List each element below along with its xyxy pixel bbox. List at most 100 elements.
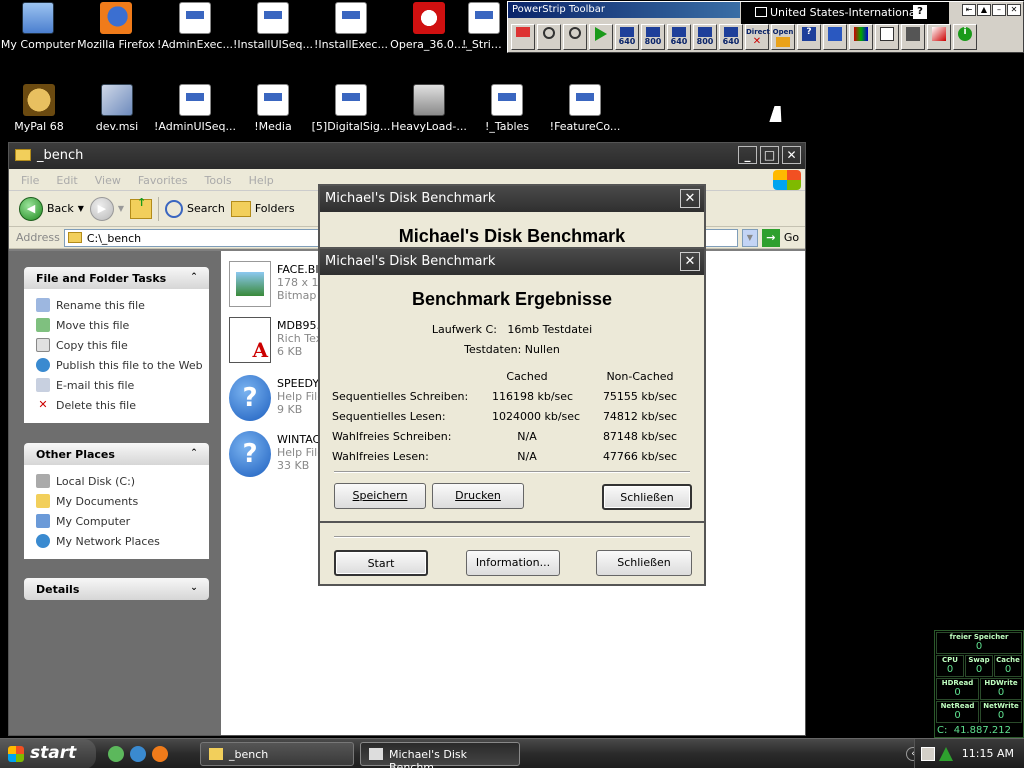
place-my-network[interactable]: My Network Places [36, 531, 209, 551]
ps-opengl-button[interactable]: Open [771, 24, 795, 50]
desktop-icon-adminuiseq[interactable]: !AdminUISeq... [150, 84, 240, 133]
task-move[interactable]: Move this file [36, 315, 209, 335]
maximize-button[interactable]: □ [760, 146, 779, 164]
file-item[interactable]: ? SPEEDY Help File 9 KB [229, 375, 329, 425]
desktop-icon-installuiseq[interactable]: !InstallUISeq... [228, 2, 318, 51]
ps-play-button[interactable] [589, 24, 613, 50]
minimize-button[interactable]: _ [738, 146, 757, 164]
quick-launch-firefox-icon[interactable] [152, 746, 168, 762]
ps-color-button[interactable] [849, 24, 873, 50]
ps-paint-button[interactable] [927, 24, 951, 50]
taskbar: start _bench Michael's Disk Benchm... ‹ … [0, 738, 1024, 768]
desktop-icon-featureco[interactable]: !FeatureCo... [540, 84, 630, 133]
other-places-header[interactable]: Other Places ⌃ [24, 443, 209, 465]
powerstrip-pin-button[interactable]: ⇤ [962, 4, 976, 16]
document-icon [335, 84, 367, 116]
information-button[interactable]: Information... [466, 550, 560, 576]
menu-tools[interactable]: Tools [205, 174, 232, 190]
folders-button[interactable]: Folders [230, 200, 295, 217]
powerstrip-up-button[interactable]: ▲ [977, 4, 991, 16]
powerstrip-minimize-button[interactable]: – [992, 4, 1006, 16]
task-copy[interactable]: Copy this file [36, 335, 209, 355]
ps-directx-button[interactable]: Direct ✕ [745, 24, 770, 50]
up-folder-button[interactable]: ↑ [130, 196, 153, 219]
place-my-documents[interactable]: My Documents [36, 491, 209, 511]
clock[interactable]: 11:15 AM [962, 747, 1014, 760]
monitor-net-write: NetWrite 0 [980, 701, 1022, 723]
desktop-icon-firefox[interactable]: Mozilla Firefox [71, 2, 161, 51]
desktop-icon-media[interactable]: !Media [228, 84, 318, 133]
quick-launch-mypal-icon[interactable] [108, 746, 124, 762]
file-item[interactable]: ? WINTAC Help File 33 KB [229, 431, 329, 481]
close-button[interactable]: ✕ [782, 146, 801, 164]
taskbar-item-bench[interactable]: _bench [200, 742, 354, 766]
language-bar[interactable]: United States-International ? [741, 2, 949, 24]
collapse-icon[interactable]: ⌃ [187, 447, 201, 461]
main-dialog-close-button[interactable]: ✕ [680, 189, 700, 208]
menu-file[interactable]: File [21, 174, 39, 190]
main-close-button[interactable]: Schließen [596, 550, 692, 576]
forward-button[interactable]: ▶ ▼ [89, 196, 124, 221]
task-publish[interactable]: Publish this file to the Web [36, 355, 209, 375]
ps-tools-button[interactable] [901, 24, 925, 50]
place-local-disk[interactable]: Local Disk (C:) [36, 471, 209, 491]
search-button[interactable]: Search [165, 199, 225, 218]
ps-res-640-16-button[interactable]: 640 [667, 24, 691, 50]
gamma-icon [880, 27, 894, 41]
save-button[interactable]: Speichern [334, 483, 426, 509]
file-folder-tasks: File and Folder Tasks ⌃ Rename this file … [24, 267, 209, 423]
explorer-title-bar[interactable]: _bench _ □ ✕ [9, 143, 805, 169]
file-folder-tasks-header[interactable]: File and Folder Tasks ⌃ [24, 267, 209, 289]
network-icon [36, 534, 50, 548]
benchmark-results-title-bar[interactable]: Michael's Disk Benchmark ✕ [320, 249, 704, 275]
ps-info-button[interactable]: i [953, 24, 977, 50]
expand-icon[interactable]: ⌄ [187, 582, 201, 596]
desktop-icon-dev-msi[interactable]: dev.msi [72, 84, 162, 133]
place-my-computer[interactable]: My Computer [36, 511, 209, 531]
task-rename[interactable]: Rename this file [36, 295, 209, 315]
print-button[interactable]: Drucken [432, 483, 524, 509]
results-close-button[interactable]: Schließen [602, 484, 692, 510]
powerstrip-close-button[interactable]: ✕ [1007, 4, 1021, 16]
ps-move-button[interactable] [823, 24, 847, 50]
menu-edit[interactable]: Edit [56, 174, 77, 190]
ps-edit-button[interactable] [511, 24, 535, 50]
ps-zoom-out-button[interactable] [563, 24, 587, 50]
tray-triangle-icon[interactable] [939, 747, 953, 761]
desktop-icon-strings[interactable]: !_Strin... [462, 2, 506, 51]
desktop-icon-tables[interactable]: !_Tables [462, 84, 552, 133]
ps-res-800-8-button[interactable]: 800 [641, 24, 665, 50]
ps-zoom-in-button[interactable] [537, 24, 561, 50]
ps-res-640-32-button[interactable]: 640 [719, 24, 743, 50]
menu-favorites[interactable]: Favorites [138, 174, 188, 190]
quick-launch-ie-icon[interactable] [130, 746, 146, 762]
res-8-icon [724, 27, 738, 37]
language-help-button[interactable]: ? [913, 5, 927, 19]
collapse-icon[interactable]: ⌃ [187, 271, 201, 285]
desktop-icon-digitalsig[interactable]: [5]DigitalSig... [306, 84, 396, 133]
start-button[interactable]: start [0, 739, 96, 768]
ps-gamma-button[interactable] [875, 24, 899, 50]
desktop-icon-opera[interactable]: Opera_36.0.... [384, 2, 474, 51]
results-dialog-close-button[interactable]: ✕ [680, 252, 700, 271]
taskbar-item-benchmark[interactable]: Michael's Disk Benchm... [360, 742, 520, 768]
ps-res-800-16-button[interactable]: 800 [693, 24, 717, 50]
ps-help-button[interactable]: ? [797, 24, 821, 50]
details-header[interactable]: Details ⌄ [24, 578, 209, 600]
menu-view[interactable]: View [95, 174, 121, 190]
file-item[interactable]: MDB95.Rich Tex6 KB [229, 317, 329, 367]
desktop-icon-heavyload[interactable]: HeavyLoad-... [384, 84, 474, 133]
desktop-icon-adminexec[interactable]: !AdminExec... [150, 2, 240, 51]
task-delete[interactable]: ✕ Delete this file [36, 395, 209, 415]
menu-help[interactable]: Help [249, 174, 274, 190]
ps-res-640-8-button[interactable]: 640 [615, 24, 639, 50]
file-item[interactable]: FACE.BI 178 x 1 Bitmap I [229, 261, 329, 311]
back-button[interactable]: ◀ Back ▼ [19, 196, 84, 221]
start-button[interactable]: Start [334, 550, 428, 576]
desktop-icon-installexec[interactable]: !InstallExec... [306, 2, 396, 51]
powerstrip-tray-icon[interactable] [921, 747, 935, 761]
go-button[interactable]: → Go [761, 228, 799, 247]
benchmark-main-title-bar[interactable]: Michael's Disk Benchmark ✕ [320, 186, 704, 212]
address-dropdown-button[interactable]: ▼ [741, 228, 758, 247]
task-email[interactable]: E-mail this file [36, 375, 209, 395]
